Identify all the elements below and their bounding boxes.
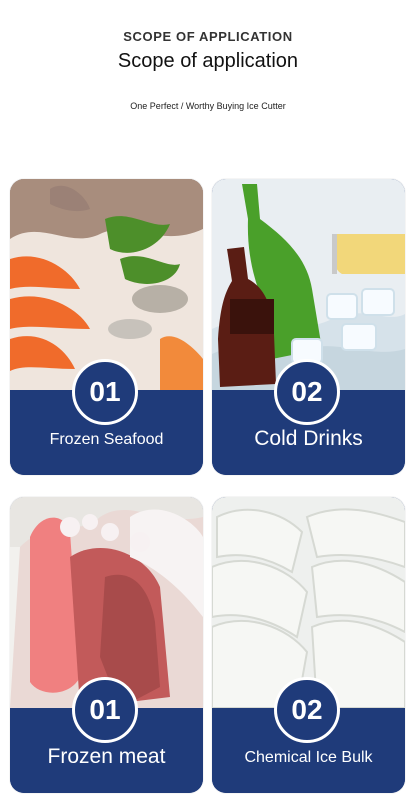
card-label: Chemical Ice Bulk xyxy=(244,749,373,766)
card-number-badge: 02 xyxy=(274,359,340,425)
page-subtitle: One Perfect / Worthy Buying Ice Cutter xyxy=(130,101,286,111)
application-card-chemical-ice-bulk: 02 Chemical Ice Bulk xyxy=(212,497,405,793)
card-label: Frozen Seafood xyxy=(49,431,164,448)
page-title: Scope of application xyxy=(117,50,299,72)
card-number-badge: 02 xyxy=(274,677,340,743)
application-card-frozen-meat: 01 Frozen meat xyxy=(10,497,203,793)
card-label: Frozen meat xyxy=(47,745,166,768)
card-label: Cold Drinks xyxy=(254,427,363,450)
card-number-badge: 01 xyxy=(72,677,138,743)
application-card-cold-drinks: 02 Cold Drinks xyxy=(212,179,405,475)
application-card-frozen-seafood: 01 Frozen Seafood xyxy=(10,179,203,475)
card-number-badge: 01 xyxy=(72,359,138,425)
section-kicker: SCOPE OF APPLICATION xyxy=(123,29,293,44)
